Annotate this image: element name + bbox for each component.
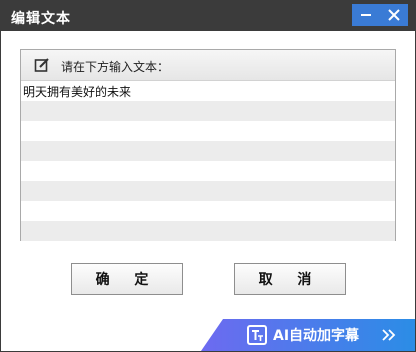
text-line[interactable] (21, 121, 395, 141)
text-line[interactable] (21, 161, 395, 181)
text-input-area[interactable]: 明天拥有美好的未来 (21, 81, 395, 241)
text-line-content (21, 185, 23, 199)
edit-icon (34, 58, 49, 72)
edit-text-dialog: 编辑文本 请在下方输入文本： 明天拥有美好的未来 确 定 取 消 AI自动加字幕 (0, 0, 416, 352)
text-line-content (21, 165, 23, 179)
close-button[interactable] (380, 4, 408, 26)
text-line-content: 明天拥有美好的未来 (23, 85, 132, 99)
ai-subtitle-button[interactable]: AI自动加字幕 (201, 319, 415, 351)
instruction-label: 请在下方输入文本： (61, 60, 170, 74)
text-line-content (21, 145, 23, 159)
subtitle-icon (247, 325, 267, 345)
cancel-button[interactable]: 取 消 (234, 263, 346, 295)
close-icon (388, 9, 400, 21)
minimize-button[interactable] (352, 4, 380, 26)
text-line[interactable] (21, 141, 395, 161)
text-line-content (21, 225, 23, 239)
title-bar: 编辑文本 (1, 1, 415, 31)
text-line[interactable]: 明天拥有美好的未来 (21, 81, 395, 101)
confirm-button[interactable]: 确 定 (71, 263, 183, 295)
text-line[interactable] (21, 201, 395, 221)
text-line[interactable] (21, 181, 395, 201)
text-line-content (21, 205, 23, 219)
ai-subtitle-label: AI自动加字幕 (273, 328, 360, 344)
window-title: 编辑文本 (11, 11, 71, 27)
minimize-icon (361, 14, 371, 16)
text-input-panel: 请在下方输入文本： 明天拥有美好的未来 (20, 49, 396, 241)
text-line-content (21, 125, 23, 139)
double-chevron-right-icon (382, 329, 396, 341)
text-line[interactable] (21, 101, 395, 121)
text-line[interactable] (21, 221, 395, 241)
text-line-content (21, 105, 23, 119)
panel-header: 请在下方输入文本： (21, 50, 395, 81)
